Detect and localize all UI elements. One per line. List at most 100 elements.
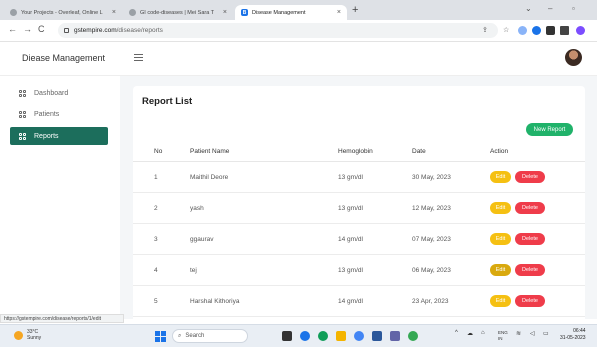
windows-start-icon[interactable] — [155, 331, 166, 342]
language-indicator[interactable]: ENG IN — [498, 330, 508, 342]
cell-patient-name: Harshal Kithoriya — [190, 297, 240, 305]
table-row: 2 yash 13 gm/dl 12 May, 2023 Edit Delete — [133, 193, 585, 224]
tray-chevron-icon[interactable]: ^ — [455, 330, 458, 336]
table-row: 4 tej 13 gm/dl 06 May, 2023 Edit Delete — [133, 255, 585, 286]
browser-tab-active[interactable]: B Disease Management × — [235, 5, 347, 20]
overleaf-icon — [10, 9, 17, 16]
column-header-no: No — [154, 148, 163, 155]
extension-icon[interactable] — [532, 26, 541, 35]
clock[interactable]: 06:44 31-05-2023 — [560, 328, 586, 342]
weather-text: 33°C Sunny — [27, 329, 41, 341]
table-row: 3 ggaurav 14 gm/dl 07 May, 2023 Edit Del… — [133, 224, 585, 255]
cell-hemoglobin: 13 gm/dl — [338, 173, 363, 181]
cell-date: 07 May, 2023 — [412, 235, 451, 243]
region-code: IN — [498, 336, 503, 341]
new-tab-button[interactable]: + — [352, 4, 358, 16]
teams-icon[interactable] — [300, 331, 310, 341]
app-icon[interactable] — [390, 331, 400, 341]
share-icon[interactable]: ⇪ — [482, 26, 488, 34]
maximize-icon[interactable]: ▫ — [572, 4, 575, 13]
edit-button[interactable]: Edit — [490, 171, 511, 183]
delete-button[interactable]: Delete — [515, 233, 545, 245]
cell-hemoglobin: 13 gm/dl — [338, 266, 363, 274]
tab-label: GI code-diseases | Mei Sara T — [140, 9, 215, 16]
cell-date: 23 Apr, 2023 — [412, 297, 449, 305]
delete-button[interactable]: Delete — [515, 264, 545, 276]
new-report-button[interactable]: New Report — [526, 123, 573, 136]
taskbar-search-label: Search — [185, 333, 205, 339]
edge-icon[interactable] — [318, 331, 328, 341]
cloud-icon[interactable]: ☁ — [467, 330, 473, 337]
side-panel-icon[interactable] — [560, 26, 569, 35]
table-header: No Patient Name Hemoglobin Date Action — [133, 142, 585, 162]
tab-label: Your Projects - Overleaf, Online L — [21, 9, 103, 16]
onedrive-icon[interactable]: ⌂ — [481, 330, 485, 336]
browser-toolbar: ← → C gstempire.com /disease/reports ⇪ ☆ — [0, 20, 597, 42]
clock-date: 31-05-2023 — [560, 335, 586, 341]
vscode-icon[interactable] — [372, 331, 382, 341]
cell-actions: Edit Delete — [490, 255, 545, 285]
wifi-icon[interactable]: ≋ — [516, 330, 521, 337]
battery-icon[interactable]: ▭ — [543, 330, 549, 337]
brand-title: Diease Management — [22, 53, 106, 63]
tab-search-icon[interactable]: ⌄ — [525, 4, 532, 13]
edit-button[interactable]: Edit — [490, 295, 511, 307]
menu-toggle-icon[interactable] — [134, 54, 143, 63]
edit-button[interactable]: Edit — [490, 233, 511, 245]
search-icon: ⌕ — [178, 332, 182, 339]
close-icon[interactable]: × — [219, 9, 227, 16]
sun-icon — [14, 330, 23, 340]
sidebar-item-dashboard[interactable]: Dashboard — [10, 84, 108, 102]
delete-button[interactable]: Delete — [515, 295, 545, 307]
task-view-icon[interactable] — [282, 331, 292, 341]
address-bar[interactable]: gstempire.com /disease/reports — [58, 23, 498, 38]
extension-icon[interactable] — [518, 26, 527, 35]
sidebar-item-label: Reports — [34, 132, 59, 140]
cell-date: 12 May, 2023 — [412, 204, 451, 212]
table-row: 5 Harshal Kithoriya 14 gm/dl 23 Apr, 202… — [133, 286, 585, 317]
browser-tab[interactable]: Your Projects - Overleaf, Online L × — [4, 5, 122, 20]
browser-tab-strip: Your Projects - Overleaf, Online L × GI … — [0, 0, 597, 20]
column-header-name: Patient Name — [190, 148, 230, 155]
cell-actions: Edit Delete — [490, 193, 545, 223]
back-icon[interactable]: ← — [8, 24, 17, 34]
tab-label: Disease Management — [252, 9, 306, 16]
reload-icon[interactable]: C — [38, 24, 45, 34]
cell-hemoglobin: 14 gm/dl — [338, 235, 363, 243]
forward-icon[interactable]: → — [23, 24, 32, 34]
column-header-date: Date — [412, 148, 426, 155]
cell-no: 2 — [154, 204, 158, 212]
taskbar-search[interactable]: ⌕ Search — [172, 329, 248, 343]
cell-hemoglobin: 13 gm/dl — [338, 204, 363, 212]
weather-condition: Sunny — [27, 335, 42, 341]
weather-widget[interactable]: 33°C Sunny — [14, 329, 41, 341]
close-icon[interactable]: × — [108, 9, 116, 16]
file-explorer-icon[interactable] — [336, 331, 346, 341]
cell-no: 4 — [154, 266, 158, 274]
edit-button[interactable]: Edit — [490, 264, 511, 276]
browser-tab[interactable]: GI code-diseases | Mei Sara T × — [123, 5, 233, 20]
github-icon — [129, 9, 136, 16]
minimize-icon[interactable]: – — [548, 4, 552, 13]
user-avatar[interactable] — [565, 49, 582, 66]
close-icon[interactable]: × — [333, 9, 341, 16]
app-icon[interactable] — [408, 331, 418, 341]
profile-icon[interactable] — [576, 26, 585, 35]
cell-hemoglobin: 14 gm/dl — [338, 297, 363, 305]
table-row: 1 Maithil Deore 13 gm/dl 30 May, 2023 Ed… — [133, 162, 585, 193]
sidebar-item-patients[interactable]: Patients — [10, 105, 108, 123]
sidebar-item-reports[interactable]: Reports — [10, 127, 108, 145]
volume-icon[interactable]: ◁ — [530, 330, 535, 337]
grid-icon — [19, 89, 26, 97]
sidebar-item-label: Patients — [34, 110, 60, 118]
edit-button[interactable]: Edit — [490, 202, 511, 214]
bookmark-star-icon[interactable]: ☆ — [503, 26, 509, 34]
extensions-puzzle-icon[interactable] — [546, 26, 555, 35]
delete-button[interactable]: Delete — [515, 202, 545, 214]
lock-icon — [64, 28, 69, 33]
cell-actions: Edit Delete — [490, 224, 545, 254]
delete-button[interactable]: Delete — [515, 171, 545, 183]
chrome-icon[interactable] — [354, 331, 364, 341]
clock-time: 06:44 — [573, 328, 586, 334]
cell-no: 1 — [154, 173, 158, 181]
